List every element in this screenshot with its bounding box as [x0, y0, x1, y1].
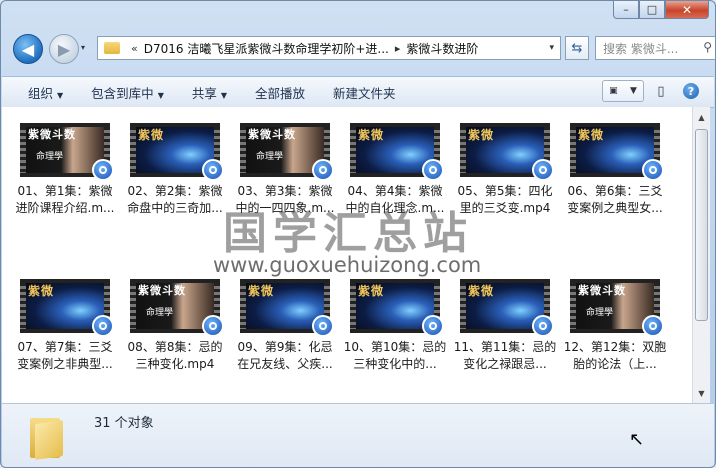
file-item[interactable]: 紫微 02、第2集：紫微命盘中的三奇加... [122, 123, 228, 217]
media-player-badge-icon [92, 315, 114, 337]
preview-pane-button[interactable]: ▯ [648, 80, 674, 102]
minimize-button[interactable]: – [613, 1, 639, 19]
chevron-down-icon: ▼ [629, 86, 637, 96]
watermark-url: www.guoxuehuizong.com [213, 253, 482, 277]
thumbnail-subtext: 命理學 [586, 308, 614, 318]
address-segment-parent[interactable]: D7016 洁曦飞星派紫微斗数命理学初阶+进... [144, 40, 389, 57]
back-button[interactable]: ◀ [13, 34, 43, 64]
share-menu[interactable]: 共享 ▼ [178, 83, 241, 102]
arrow-right-icon: ▶ [57, 39, 71, 59]
file-name: 02、第2集：紫微命盘中的三奇加... [127, 184, 223, 215]
thumbnail-text: 紫微 [468, 284, 495, 298]
recent-pages-button[interactable]: ▾ [81, 43, 85, 52]
search-icon[interactable]: ⚲ [703, 40, 712, 54]
navigation-bar: ◀ ▶ ▾ « D7016 洁曦飞星派紫微斗数命理学初阶+进... ▸ 紫微斗数… [9, 33, 715, 67]
address-overflow[interactable]: « [131, 42, 138, 55]
media-player-badge-icon [642, 315, 664, 337]
thumbnail-text: 紫微斗数 [28, 128, 76, 141]
help-button[interactable]: ? [678, 80, 704, 102]
file-item[interactable]: 紫微 11、第11集：忌的变化之禄跟忌... [452, 279, 558, 373]
chevron-down-icon: ▼ [57, 90, 64, 100]
chevron-down-icon: ▼ [220, 90, 228, 100]
details-pane: 31 个对象 [2, 403, 714, 467]
media-player-badge-icon [312, 159, 334, 181]
address-dropdown[interactable]: ▾ [549, 43, 554, 53]
arrow-left-icon: ◀ [21, 39, 35, 59]
address-segment-current[interactable]: 紫微斗数进阶 [406, 40, 478, 57]
thumbnail-text: 紫微斗数 [578, 284, 626, 297]
thumbnail-text: 紫微 [358, 284, 385, 298]
explorer-window: – □ ✕ ◀ ▶ ▾ « D7016 洁曦飞星派紫微斗数命理学初阶+进... … [0, 0, 716, 468]
organize-menu[interactable]: 组织 ▼ [14, 83, 77, 102]
file-item[interactable]: 紫微 10、第10集：忌的三种变化中的... [342, 279, 448, 373]
media-player-badge-icon [422, 315, 444, 337]
thumbnail-text: 紫微 [358, 128, 385, 142]
thumbnail-subtext: 命理學 [146, 308, 174, 318]
maximize-button[interactable]: □ [639, 1, 665, 19]
media-player-badge-icon [312, 315, 334, 337]
thumbnail-text: 紫微 [28, 284, 55, 298]
refresh-icon: ⇆ [571, 40, 583, 56]
file-item[interactable]: 紫微 07、第7集：三爻变案例之非典型... [12, 279, 118, 373]
view-icon: ▣ [609, 86, 618, 96]
close-button[interactable]: ✕ [665, 1, 709, 19]
thumbnail-text: 紫微 [138, 128, 165, 142]
new-folder-button[interactable]: 新建文件夹 [319, 83, 410, 102]
watermark-title: 国学汇总站 [223, 208, 473, 259]
mouse-pointer-icon: ↖ [629, 429, 645, 450]
change-view-button[interactable]: ▣ ▼ [602, 80, 644, 102]
thumbnail-text: 紫微斗数 [138, 284, 186, 297]
media-player-badge-icon [532, 159, 554, 181]
file-name: 07、第7集：三爻变案例之非典型... [17, 340, 113, 371]
thumbnail-text: 紫微 [468, 128, 495, 142]
scroll-down-arrow[interactable]: ▼ [695, 386, 708, 400]
search-input[interactable]: 搜索 紫微斗... ⚲ [595, 36, 715, 60]
thumbnail-subtext: 命理學 [256, 152, 284, 162]
thumbnail-text: 紫微 [578, 128, 605, 142]
file-name: 09、第9集：化忌在兄友线、父疾... [237, 340, 333, 371]
folder-icon [104, 42, 120, 54]
thumbnail-subtext: 命理學 [36, 152, 64, 162]
file-name: 11、第11集：忌的变化之禄跟忌... [453, 340, 557, 371]
play-all-button[interactable]: 全部播放 [241, 83, 319, 102]
file-name: 12、第12集：双胞胎的论法（上... [563, 340, 667, 371]
vertical-scrollbar[interactable]: ▲ ▼ [692, 107, 710, 403]
file-item[interactable]: 紫微斗数命理學 01、第1集：紫微进阶课程介绍.m... [12, 123, 118, 217]
thumbnail-text: 紫微斗数 [248, 128, 296, 141]
caption-buttons: – □ ✕ [613, 1, 709, 19]
preview-pane-icon: ▯ [657, 83, 665, 99]
media-player-badge-icon [642, 159, 664, 181]
file-name: 08、第8集：忌的三种变化.mp4 [127, 340, 223, 371]
file-name: 01、第1集：紫微进阶课程介绍.m... [15, 184, 115, 215]
media-player-badge-icon [202, 159, 224, 181]
folder-icon [30, 414, 66, 460]
include-in-library-menu[interactable]: 包含到库中 ▼ [77, 83, 178, 102]
forward-button[interactable]: ▶ [49, 34, 79, 64]
refresh-button[interactable]: ⇆ [565, 36, 589, 60]
file-item[interactable]: 紫微斗数命理學 08、第8集：忌的三种变化.mp4 [122, 279, 228, 373]
media-player-badge-icon [92, 159, 114, 181]
chevron-down-icon: ▼ [157, 90, 164, 100]
media-player-badge-icon [202, 315, 224, 337]
scroll-thumb[interactable] [695, 129, 708, 321]
file-item[interactable]: 紫微斗数命理學 12、第12集：双胞胎的论法（上... [562, 279, 668, 373]
file-item[interactable]: 紫微 06、第6集：三爻变案例之典型女... [562, 123, 668, 217]
media-player-badge-icon [422, 159, 444, 181]
item-count: 31 个对象 [94, 416, 154, 431]
command-bar: 组织 ▼ 包含到库中 ▼ 共享 ▼ 全部播放 新建文件夹 ▣ ▼ ▯ ? [2, 76, 714, 108]
thumbnail-text: 紫微 [248, 284, 275, 298]
help-icon: ? [683, 83, 699, 99]
scroll-up-arrow[interactable]: ▲ [695, 110, 708, 124]
address-bar[interactable]: « D7016 洁曦飞星派紫微斗数命理学初阶+进... ▸ 紫微斗数进阶 ▾ [97, 36, 561, 60]
address-separator[interactable]: ▸ [395, 42, 401, 55]
file-item[interactable]: 紫微 09、第9集：化忌在兄友线、父疾... [232, 279, 338, 373]
file-name: 06、第6集：三爻变案例之典型女... [567, 184, 663, 215]
media-player-badge-icon [532, 315, 554, 337]
search-placeholder: 搜索 紫微斗... [603, 41, 679, 56]
file-name: 10、第10集：忌的三种变化中的... [343, 340, 447, 371]
